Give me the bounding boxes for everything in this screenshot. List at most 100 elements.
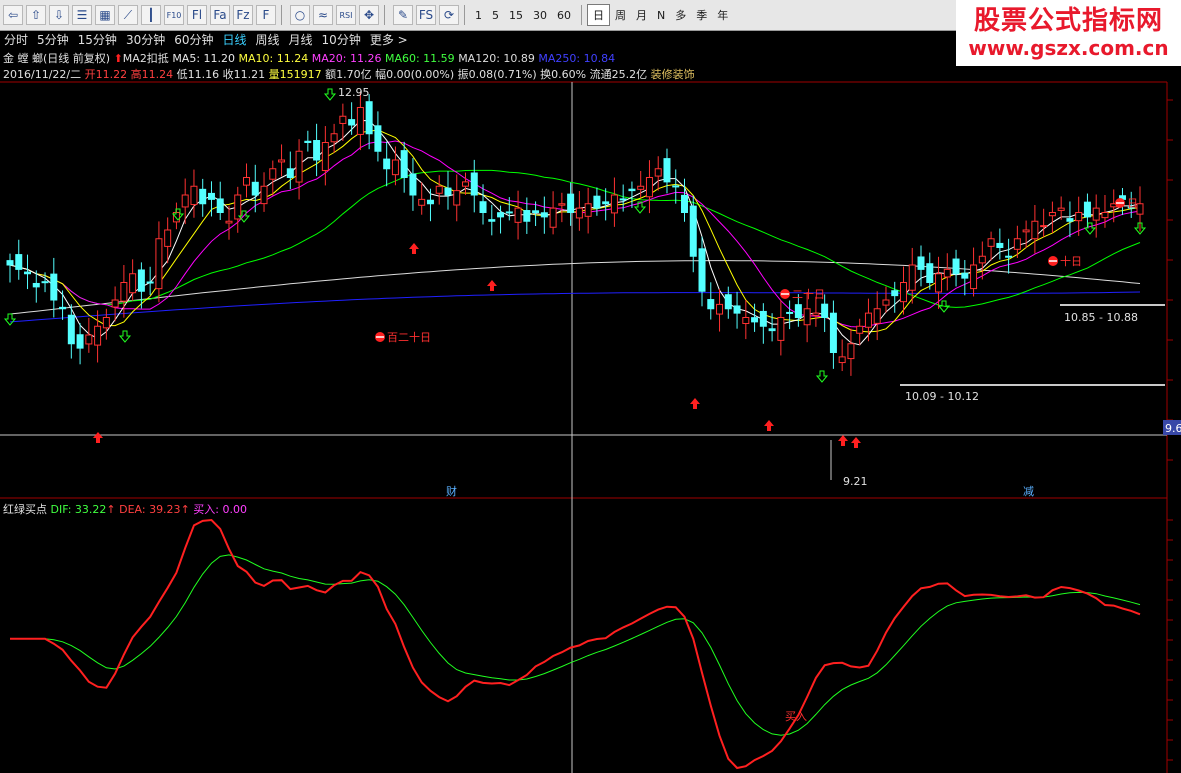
candle-body [295, 150, 303, 183]
buy-signal-label: 买入 [785, 710, 807, 723]
candle-body [891, 290, 899, 297]
candle-body [821, 303, 829, 318]
candle-body [111, 299, 119, 308]
candle-body [330, 133, 338, 143]
candle-body [234, 194, 242, 220]
candle-body [59, 306, 67, 310]
candle-body [1083, 201, 1091, 218]
candle-body [637, 185, 645, 190]
candle-body [610, 194, 618, 214]
candle-body [768, 328, 776, 332]
event-cai-label: 财 [446, 484, 457, 498]
candle-body [952, 258, 960, 275]
candle-body [680, 194, 688, 213]
candle-body [602, 201, 610, 205]
candle-body [751, 317, 759, 323]
candle-body [1092, 207, 1100, 221]
candle-body [374, 125, 382, 152]
candle-body [917, 256, 925, 270]
range-label-1: 10.85 - 10.88 [1064, 311, 1138, 324]
marker-label-1: 日 [1127, 197, 1138, 210]
candle-body [426, 199, 434, 205]
candle-body [348, 119, 356, 126]
candle-body [24, 271, 32, 275]
candle-body [523, 210, 531, 222]
candle-body [243, 177, 251, 186]
candle-body [943, 268, 951, 278]
candle-body [216, 198, 224, 214]
candle-body [786, 311, 794, 314]
candle-body [908, 264, 916, 291]
candle-body [251, 181, 259, 196]
dif-line [10, 518, 1141, 770]
candle-body [1066, 218, 1074, 222]
candle-body [6, 260, 14, 266]
candle-body [15, 254, 23, 270]
candle-body [120, 282, 128, 302]
candle-body [935, 273, 943, 293]
candle-body [689, 205, 697, 257]
kline-chart[interactable]: 12.95 9.21 10.85 - 10.88 10.09 - 10.12 9.6 财 减… [0, 0, 1181, 773]
candle-body [926, 263, 934, 284]
dea-line [10, 554, 1141, 736]
candle-body [847, 343, 855, 360]
candle-body [269, 168, 277, 180]
candle-body [838, 356, 846, 364]
candle-body [286, 168, 294, 179]
candle-body [479, 201, 487, 214]
candle-body [470, 172, 478, 196]
sell-arrow-icon [3, 313, 17, 326]
candle-body [129, 273, 137, 294]
candle-body [716, 303, 724, 315]
candle-body [1013, 238, 1021, 250]
candle-body [137, 269, 145, 292]
candle-body [996, 242, 1004, 248]
candle-body [400, 150, 408, 179]
candle-body [1031, 220, 1039, 240]
candle-body [391, 159, 399, 176]
price-tag: 9.6 [1165, 422, 1181, 435]
range-label-2: 10.09 - 10.12 [905, 390, 979, 403]
candle-body [383, 158, 391, 170]
candle-body [278, 159, 286, 163]
candle-body [575, 207, 583, 219]
candle-body [1005, 255, 1013, 258]
buy-arrow-icon [93, 432, 103, 443]
candle-body [304, 140, 312, 144]
candle-body [514, 207, 522, 223]
candle-body [225, 220, 233, 224]
candle-body [76, 334, 84, 349]
candle-body [873, 308, 881, 324]
candle-body [978, 255, 986, 264]
candle-body [41, 281, 49, 284]
candle-body [654, 168, 662, 177]
candle-body [453, 190, 461, 206]
candle-body [759, 310, 767, 327]
buy-arrow-icon [690, 398, 700, 409]
candle-body [584, 203, 592, 217]
buy-arrow-icon [409, 243, 419, 254]
sell-arrow-icon [1083, 222, 1097, 235]
candle-body [1048, 212, 1056, 217]
candle-body [418, 198, 426, 206]
sell-arrow-icon [118, 330, 132, 343]
candle-body [1040, 225, 1048, 228]
buy-arrow-icon [838, 435, 848, 446]
candle-body [435, 185, 443, 194]
candle-body [67, 314, 75, 345]
candle-body [663, 158, 671, 183]
candle-body [742, 317, 750, 325]
candle-body [50, 273, 58, 301]
candle-body [1101, 212, 1109, 219]
candle-body [549, 207, 557, 228]
candle-body [707, 299, 715, 310]
candle-body [339, 115, 347, 124]
candle-body [199, 188, 207, 205]
high-price-label: 12.95 [338, 86, 370, 99]
candle-body [181, 194, 189, 208]
candle-body [593, 195, 601, 209]
candle-body [558, 203, 566, 206]
candle-body [628, 188, 636, 192]
candle-body [619, 198, 627, 201]
candle-body [987, 238, 995, 247]
